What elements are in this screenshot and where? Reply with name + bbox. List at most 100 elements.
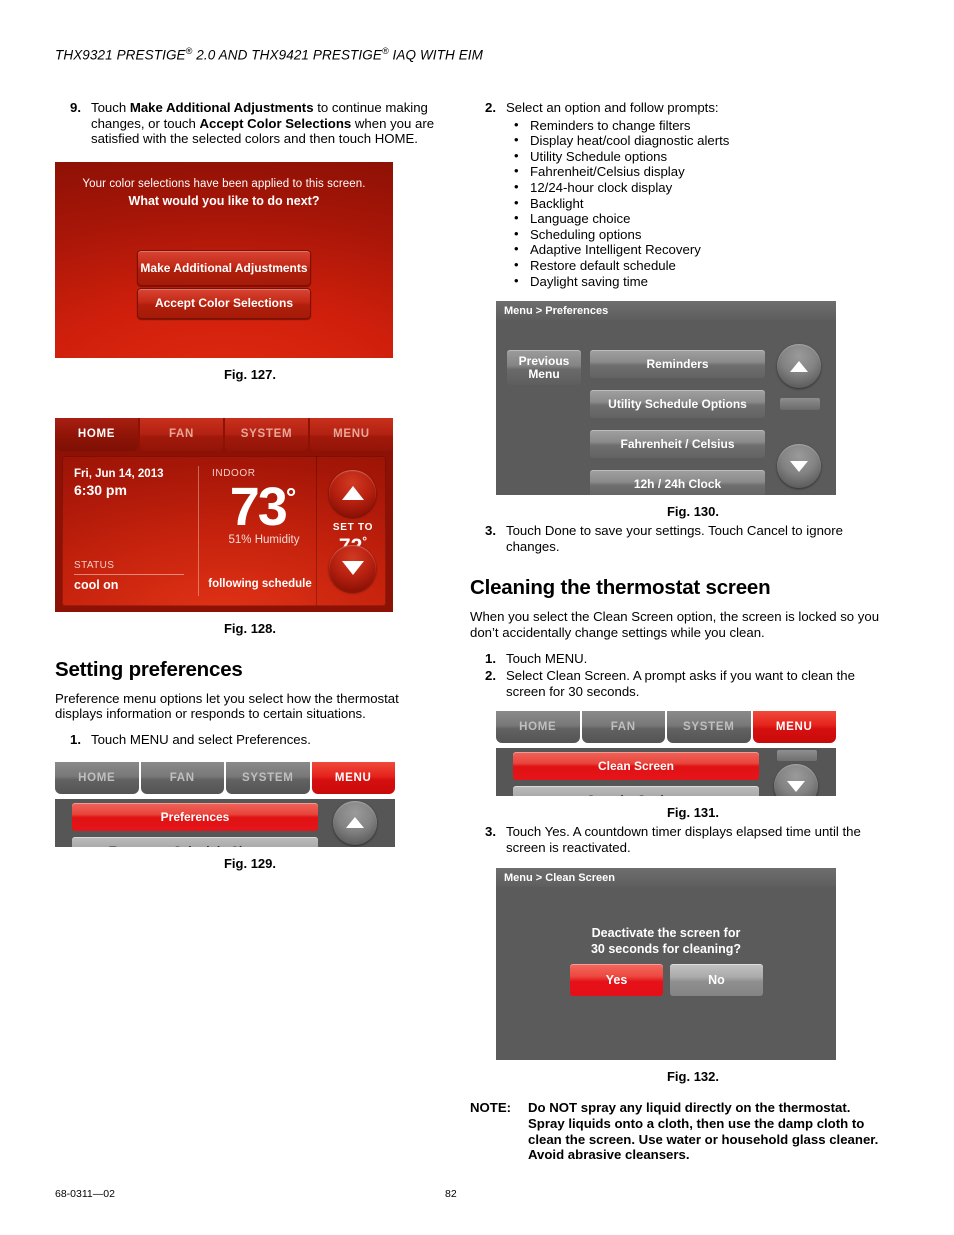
menu-item-utility-schedule-options[interactable]: Utility Schedule Options: [590, 390, 765, 419]
figure-129-caption: Fig. 129.: [223, 855, 277, 871]
left-column: 9. Touch Make Additional Adjustments to …: [55, 100, 445, 875]
fig131-nav-tabs: HOME FAN SYSTEM MENU: [496, 711, 836, 744]
tab-home[interactable]: HOME: [496, 711, 580, 744]
tab-menu[interactable]: MENU: [310, 417, 393, 451]
list-item: Restore default schedule: [506, 257, 890, 274]
note-label: NOTE:: [470, 1100, 512, 1116]
down-arrow-icon: [790, 460, 808, 472]
figure-127-caption: Fig. 127.: [223, 366, 277, 382]
menu-item-fahrenheit-celsius[interactable]: Fahrenheit / Celsius: [590, 430, 765, 459]
menu-item-temporary-schedule-changes[interactable]: Temporary Schedule Changes: [72, 836, 318, 847]
make-additional-adjustments-button[interactable]: Make Additional Adjustments: [137, 249, 311, 286]
vertical-divider-2: [316, 455, 317, 606]
document-running-header: THX9321 PRESTIGE ® 2.0 AND THX9421 PRESTI…: [55, 46, 895, 63]
figure-128-caption: Fig. 128.: [223, 620, 277, 636]
fig128-nav-tabs: HOME FAN SYSTEM MENU: [55, 417, 393, 451]
right-column: 2. Select an option and follow prompts: …: [470, 100, 890, 1163]
fig131-menu-panel: Clean Screen Security Settings: [496, 748, 836, 797]
no-button[interactable]: No: [670, 964, 763, 997]
tab-menu[interactable]: MENU: [752, 711, 836, 744]
figure-131-menu-clean-screen: HOME FAN SYSTEM MENU Clean Screen Securi…: [496, 711, 836, 797]
step-1-text: Touch MENU and select Preferences.: [91, 731, 311, 747]
current-time: 6:30 pm: [74, 481, 127, 498]
status-underline: [74, 573, 184, 575]
humidity-value: 51% Humidity: [228, 533, 300, 546]
header-title-part3: IAQ WITH EIM: [388, 47, 484, 63]
step-1-number: 1.: [70, 731, 81, 747]
tab-home[interactable]: HOME: [55, 761, 139, 794]
degree-symbol-icon: °: [285, 481, 297, 512]
figure-130-preferences-screen: Menu > Preferences Previous Menu Reminde…: [496, 301, 836, 496]
list-item: Reminders to change filters: [506, 117, 890, 134]
step-2-number: 2.: [485, 100, 496, 115]
list-item: Adaptive Intelligent Recovery: [506, 241, 890, 258]
list-item: Scheduling options: [506, 226, 890, 243]
scroll-up-button[interactable]: [333, 800, 377, 845]
figure-130-caption: Fig. 130.: [666, 504, 720, 520]
list-item: Fahrenheit/Celsius display: [506, 163, 890, 180]
tab-menu[interactable]: MENU: [311, 761, 395, 794]
header-title-part2: 2.0 AND THX9421 PRESTIGE: [192, 47, 382, 63]
temperature-up-button[interactable]: [329, 469, 376, 517]
step-2-text: Select an option and follow prompts:: [506, 100, 719, 115]
current-date: Fri, Jun 14, 2013: [74, 467, 164, 480]
tab-fan[interactable]: FAN: [140, 417, 223, 451]
indoor-temperature: 73°: [210, 470, 316, 534]
figure-132-clean-screen-prompt: Menu > Clean Screen Deactivate the scree…: [496, 868, 836, 1061]
tab-fan[interactable]: FAN: [140, 761, 224, 794]
step-9-number: 9.: [70, 100, 81, 115]
scrollbar-thumb[interactable]: [777, 750, 817, 762]
breadcrumb: Menu > Preferences: [496, 301, 836, 321]
down-arrow-icon: [341, 561, 364, 576]
section-title-setting-preferences: Setting preferences: [55, 657, 243, 681]
scrollbar-thumb[interactable]: [780, 398, 820, 411]
breadcrumb: Menu > Clean Screen: [496, 868, 836, 888]
up-arrow-icon: [341, 486, 364, 501]
up-arrow-icon: [790, 360, 808, 372]
clean-step-1: 1. Touch MENU.: [470, 651, 890, 667]
fig129-nav-tabs: HOME FAN SYSTEM MENU: [55, 761, 395, 794]
menu-item-12h-24h-clock[interactable]: 12h / 24h Clock: [590, 470, 765, 496]
fig128-screen-body: Fri, Jun 14, 2013 6:30 pm STATUS cool on…: [62, 455, 386, 606]
menu-item-preferences[interactable]: Preferences: [72, 802, 318, 831]
tab-system[interactable]: SYSTEM: [225, 417, 308, 451]
step-9: 9. Touch Make Additional Adjustments to …: [55, 100, 445, 147]
tab-system[interactable]: SYSTEM: [226, 761, 310, 794]
menu-item-reminders[interactable]: Reminders: [590, 350, 765, 379]
temperature-down-button[interactable]: [329, 544, 376, 592]
scroll-up-button[interactable]: [777, 344, 821, 389]
page-footer: 68-0311—02 82: [55, 1188, 895, 1200]
clean-step-3-number: 3.: [485, 824, 496, 840]
yes-button[interactable]: Yes: [570, 964, 663, 997]
step-9-b1: Make Additional Adjustments: [129, 100, 314, 115]
note-block: NOTE: Do NOT spray any liquid directly o…: [470, 1100, 890, 1162]
scroll-down-button[interactable]: [774, 764, 818, 797]
vertical-divider: [198, 465, 199, 596]
step-3-number: 3.: [485, 523, 496, 539]
status-label: STATUS: [74, 559, 115, 571]
prompt-line2: 30 seconds for cleaning?: [590, 942, 742, 957]
tab-fan[interactable]: FAN: [581, 711, 665, 744]
indoor-temp-value: 73: [229, 476, 288, 537]
document-number: 68-0311—02: [55, 1188, 115, 1200]
step-9-b2: Accept Color Selections: [199, 115, 352, 131]
previous-menu-line2: Menu: [528, 366, 560, 381]
menu-item-clean-screen[interactable]: Clean Screen: [513, 752, 759, 781]
clean-step-1-number: 1.: [485, 650, 496, 666]
scroll-down-button[interactable]: [777, 444, 821, 489]
step-2: 2. Select an option and follow prompts:: [470, 100, 890, 116]
document-page: THX9321 PRESTIGE ® 2.0 AND THX9421 PRESTI…: [0, 0, 954, 1235]
fig127-message-line1: Your color selections have been applied …: [82, 177, 366, 190]
accept-color-selections-button[interactable]: Accept Color Selections: [137, 287, 311, 319]
tab-home[interactable]: HOME: [55, 417, 138, 451]
down-arrow-icon: [787, 780, 805, 792]
clean-step-2: 2. Select Clean Screen. A prompt asks if…: [470, 668, 890, 699]
figure-127-color-applied-screen: Your color selections have been applied …: [55, 161, 393, 358]
fig129-menu-panel: Preferences Temporary Schedule Changes: [55, 798, 395, 847]
previous-menu-line1: Previous: [518, 353, 570, 368]
tab-system[interactable]: SYSTEM: [667, 711, 751, 744]
previous-menu-button[interactable]: Previous Menu: [507, 350, 581, 386]
menu-item-security-settings[interactable]: Security Settings: [513, 786, 759, 797]
step-9-text: Touch Make Additional Adjustments to con…: [91, 100, 445, 147]
schedule-status: following schedule: [208, 577, 312, 590]
